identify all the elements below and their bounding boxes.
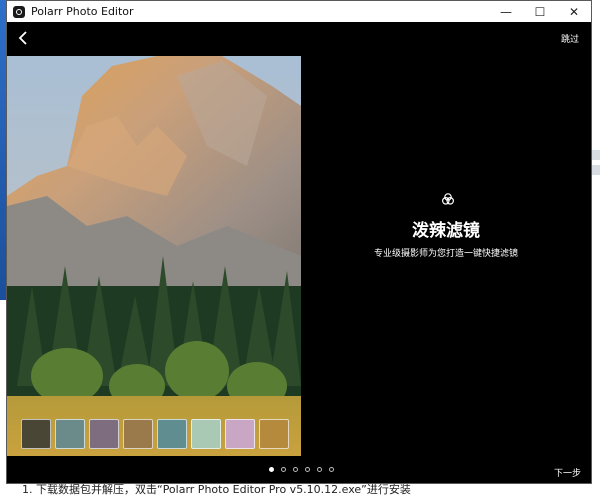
close-button[interactable]: ✕ [557, 1, 591, 22]
next-button[interactable]: 下一步 [554, 466, 581, 479]
chevron-left-icon [18, 31, 27, 45]
filter-thumbnail[interactable] [89, 419, 119, 449]
filter-thumbnail[interactable] [259, 419, 289, 449]
maximize-button[interactable]: ☐ [523, 1, 557, 22]
filter-thumbnail[interactable] [123, 419, 153, 449]
filter-circles-icon [442, 193, 455, 205]
app-logo-icon [13, 5, 25, 18]
pagination-dot[interactable] [317, 467, 322, 472]
filter-thumbnail[interactable] [157, 419, 187, 449]
sample-photo [7, 56, 301, 456]
feature-panel: 泼辣滤镜 专业级摄影师为您打造一键快捷滤镜 [301, 22, 591, 483]
filter-thumbnail[interactable] [225, 419, 255, 449]
pagination-dot[interactable] [305, 467, 310, 472]
title-bar[interactable]: Polarr Photo Editor — ☐ ✕ [7, 1, 591, 22]
desktop-right-fragment [592, 165, 600, 175]
feature-description: 专业级摄影师为您打造一键快捷滤镜 [373, 249, 518, 259]
filter-thumbnail[interactable] [191, 419, 221, 449]
onboarding-content: 跳过 泼辣滤镜 专业级摄影师为您打造一键快捷滤镜 下一步 [7, 22, 591, 483]
filter-strip [7, 412, 301, 456]
pagination-dots [269, 467, 334, 472]
pagination-dot[interactable] [329, 467, 334, 472]
minimize-button[interactable]: — [489, 1, 523, 22]
pagination-dot[interactable] [269, 467, 274, 472]
window-controls: — ☐ ✕ [489, 1, 591, 22]
yosemite-landscape-image [7, 56, 301, 456]
feature-title: 泼辣滤镜 [412, 221, 480, 241]
back-button[interactable] [15, 29, 33, 47]
desktop-right-fragment [592, 150, 600, 160]
filter-thumbnail[interactable] [55, 419, 85, 449]
pagination-dot[interactable] [281, 467, 286, 472]
app-window: Polarr Photo Editor — ☐ ✕ 跳过 泼辣滤镜 专业级摄影师… [6, 0, 592, 484]
filter-thumbnail[interactable] [21, 419, 51, 449]
window-title: Polarr Photo Editor [31, 5, 134, 18]
pagination-dot[interactable] [293, 467, 298, 472]
